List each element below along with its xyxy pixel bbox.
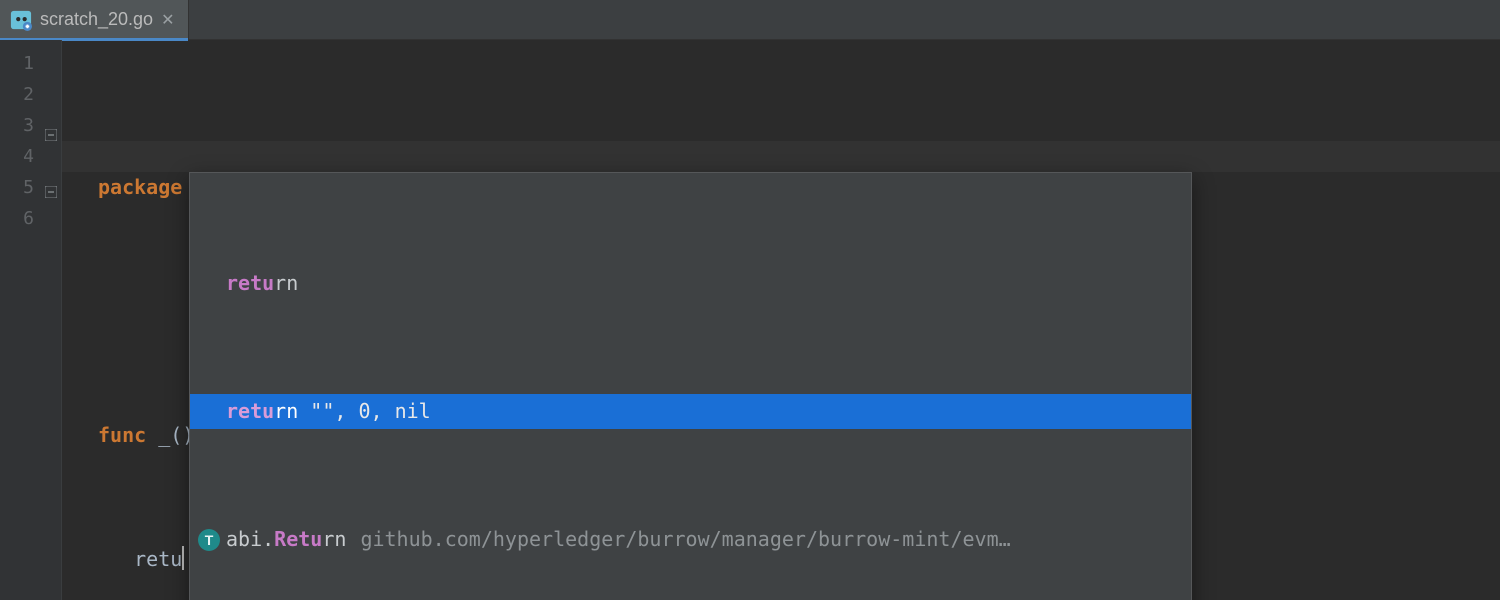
gutter: 1 2 3 4 5 6 [0,40,44,600]
line-number: 4 [0,141,34,172]
go-file-icon [10,9,32,31]
completion-item-return[interactable]: return [190,266,1191,301]
tab-bar: scratch_20.go ✕ [0,0,1500,40]
tab-scratch-20[interactable]: scratch_20.go ✕ [0,0,189,39]
line-number: 2 [0,79,34,110]
tab-filename: scratch_20.go [40,9,153,30]
completion-item-return-values[interactable]: return "", 0, nil [190,394,1191,429]
fold-open-icon[interactable] [45,119,59,133]
completion-popup: return return "", 0, nil T abi.Return gi… [189,172,1192,600]
current-line-highlight [62,141,1500,172]
type-icon: T [198,529,220,551]
completion-location: github.com/hyperledger/burrow/manager/bu… [360,524,1010,555]
line-number: 1 [0,48,34,79]
fold-strip [44,40,62,600]
code-area[interactable]: package main func _() (name string, i in… [62,40,1500,600]
completion-item-abi-return[interactable]: T abi.Return github.com/hyperledger/burr… [190,522,1191,557]
line-number: 5 [0,172,34,203]
line-number: 6 [0,203,34,234]
line-number: 3 [0,110,34,141]
fold-close-icon[interactable] [45,176,59,190]
code-editor[interactable]: 1 2 3 4 5 6 package main func _() (name … [0,40,1500,600]
close-icon[interactable]: ✕ [161,10,174,30]
text-caret [182,546,184,570]
